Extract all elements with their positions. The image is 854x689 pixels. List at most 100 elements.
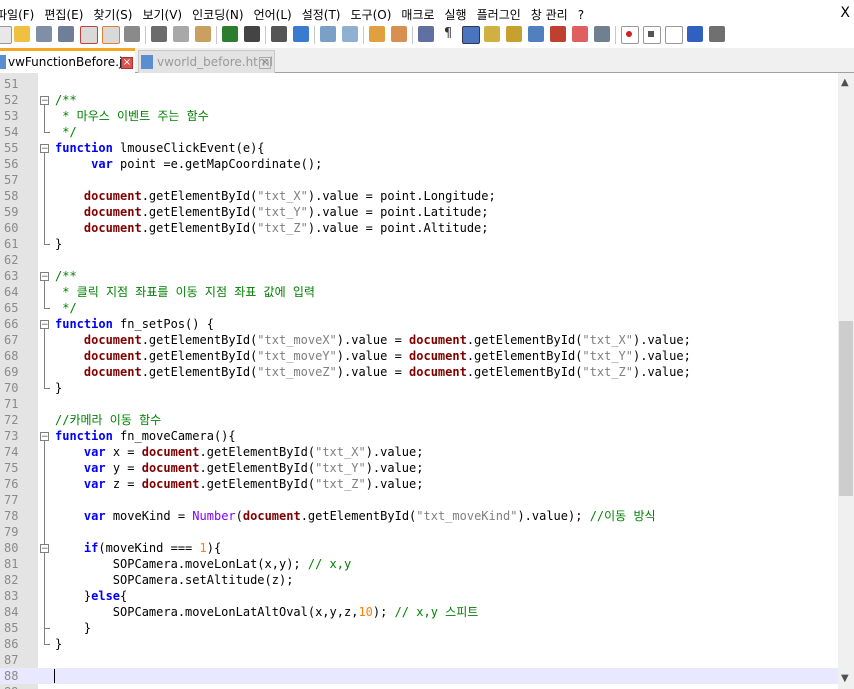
code-line[interactable]: 60 document.getElementById("txt_Z").valu… [0, 220, 838, 236]
tab-vwfunctionbefore-js[interactable]: vwFunctionBefore.js × [0, 48, 135, 76]
code-line[interactable]: 77 [0, 492, 838, 508]
code-line[interactable]: 83 }else{ [0, 588, 838, 604]
code-line[interactable]: 54 */ [0, 124, 838, 140]
code-line[interactable]: 73 function fn_moveCamera(){ [0, 428, 838, 444]
folder-as-workspace-icon[interactable] [550, 26, 566, 42]
play-macro-icon[interactable] [665, 26, 683, 44]
code-line[interactable]: 64 * 클릭 지점 좌표를 이동 지점 좌표 값에 입력 [0, 284, 838, 300]
code-line[interactable]: 56 var point =e.getMapCoordinate(); [0, 156, 838, 172]
open-file-icon[interactable] [14, 26, 30, 42]
close-tab-icon[interactable]: × [121, 57, 133, 69]
code-line[interactable]: 82 SOPCamera.setAltitude(z); [0, 572, 838, 588]
redo-icon[interactable] [244, 26, 260, 42]
run-macro-multiple-icon[interactable] [687, 26, 703, 42]
close-icon[interactable]: X [840, 5, 850, 21]
copy-icon[interactable] [173, 26, 189, 42]
cut-icon[interactable] [151, 26, 167, 42]
code-line[interactable]: 52 /** [0, 92, 838, 108]
menu-item[interactable]: 편집(E) [44, 6, 83, 23]
code-line[interactable]: 62 [0, 252, 838, 268]
close-all-icon[interactable] [102, 26, 120, 44]
fold-toggle-icon[interactable]: − [40, 432, 49, 442]
paste-icon[interactable] [195, 26, 211, 42]
code-line[interactable]: 72 //카메라 이동 함수 [0, 412, 838, 428]
zoom-out-icon[interactable] [342, 26, 358, 42]
code-line[interactable]: 65 */ [0, 300, 838, 316]
fold-toggle-icon[interactable]: − [40, 96, 49, 106]
vertical-scrollbar[interactable]: ▲ ▼ [838, 73, 854, 689]
save-all-icon[interactable] [58, 26, 74, 42]
code-editor[interactable]: 51 52/** 53 * 마우스 이벤트 주는 함수 54 */55 function… [0, 73, 838, 689]
code-line[interactable]: 74 var x = document.getElementById("txt_… [0, 444, 838, 460]
fold-toggle-icon[interactable]: − [40, 320, 49, 330]
sync-horizontal-icon[interactable] [391, 26, 407, 42]
code-line[interactable]: 81 SOPCamera.moveLonLat(x,y); // x,y [0, 556, 838, 572]
monitoring-icon[interactable] [572, 26, 588, 42]
code-line[interactable]: 55 function lmouseClickEvent(e){ [0, 140, 838, 156]
menu-item[interactable]: 도구(O) [351, 6, 392, 23]
menu-item[interactable]: 설정(T) [302, 6, 341, 23]
menu-item[interactable]: 인코딩(N) [192, 6, 243, 23]
code-line[interactable]: 59 document.getElementById("txt_Y").valu… [0, 204, 838, 220]
fold-toggle-icon[interactable]: − [40, 144, 49, 154]
menu-item[interactable]: 언어(L) [254, 6, 292, 23]
undo-icon[interactable] [222, 26, 238, 42]
menu-item[interactable]: 실행 [445, 6, 467, 23]
code-line[interactable]: 61} [0, 236, 838, 252]
code-line[interactable]: 86} [0, 636, 838, 652]
code-line[interactable]: 88 [0, 668, 838, 684]
tab-vworld-before-html[interactable]: vworld_before.html × [138, 50, 275, 73]
code-line[interactable]: 71 [0, 396, 838, 412]
indent-guide-icon[interactable] [462, 26, 480, 44]
scroll-thumb[interactable] [839, 321, 853, 496]
code-line[interactable]: 87 [0, 652, 838, 668]
menu-item[interactable]: 창 관리 [531, 6, 568, 23]
stop-macro-icon[interactable] [643, 26, 661, 44]
code-line[interactable]: 84 SOPCamera.moveLonLatAltOval(x,y,z,10)… [0, 604, 838, 620]
code-line[interactable]: 51 [0, 76, 838, 92]
show-all-chars-icon[interactable]: ¶ [440, 26, 456, 42]
menu-item[interactable]: ? [578, 8, 584, 22]
menu-item[interactable]: 플러그인 [477, 6, 521, 23]
doc-map-icon[interactable] [506, 26, 522, 42]
replace-icon[interactable] [293, 26, 309, 42]
code-line[interactable]: 80 if(moveKind === 1){ [0, 540, 838, 556]
menu-item[interactable]: 파일(F) [0, 6, 34, 23]
find-icon[interactable] [271, 26, 287, 42]
close-tab-icon[interactable]: × [259, 57, 271, 69]
code-line[interactable]: 63 /** [0, 268, 838, 284]
user-language-icon[interactable] [484, 26, 500, 42]
word-wrap-icon[interactable] [418, 26, 434, 42]
code-line[interactable]: 85 } [0, 620, 838, 636]
zoom-in-icon[interactable] [320, 26, 336, 42]
menu-item[interactable]: 보기(V) [142, 6, 182, 23]
scroll-down-icon[interactable]: ▼ [841, 673, 849, 684]
sync-vertical-icon[interactable] [369, 26, 385, 42]
new-file-icon[interactable] [0, 26, 12, 44]
fold-toggle-icon[interactable]: − [40, 544, 49, 554]
code-line[interactable]: 76 var z = document.getElementById("txt_… [0, 476, 838, 492]
fold-toggle-icon[interactable]: − [40, 272, 49, 282]
close-file-icon[interactable] [80, 26, 98, 44]
code-line[interactable]: 69 document.getElementById("txt_moveZ").… [0, 364, 838, 380]
code-line[interactable]: 67 document.getElementById("txt_moveX").… [0, 332, 838, 348]
code-line[interactable]: 57 [0, 172, 838, 188]
code-line[interactable]: 58 document.getElementById("txt_X").valu… [0, 188, 838, 204]
code-line[interactable]: 89 [0, 684, 838, 689]
code-line[interactable]: 68 document.getElementById("txt_moveY").… [0, 348, 838, 364]
record-macro-icon[interactable] [621, 26, 639, 44]
code-line[interactable]: 66 function fn_setPos() { [0, 316, 838, 332]
preview-icon[interactable] [594, 26, 610, 42]
code-line[interactable]: 78 var moveKind = Number(document.getEle… [0, 508, 838, 524]
code-line[interactable]: 53 * 마우스 이벤트 주는 함수 [0, 108, 838, 124]
menu-item[interactable]: 매크로 [401, 6, 434, 23]
save-macro-icon[interactable] [709, 26, 725, 42]
code-line[interactable]: 79 [0, 524, 838, 540]
function-list-icon[interactable] [528, 26, 544, 42]
scroll-up-icon[interactable]: ▲ [841, 77, 849, 88]
save-icon[interactable] [36, 26, 52, 42]
menu-item[interactable]: 찾기(S) [93, 6, 132, 23]
code-line[interactable]: 70} [0, 380, 838, 396]
code-line[interactable]: 75 var y = document.getElementById("txt_… [0, 460, 838, 476]
print-icon[interactable] [124, 26, 140, 42]
